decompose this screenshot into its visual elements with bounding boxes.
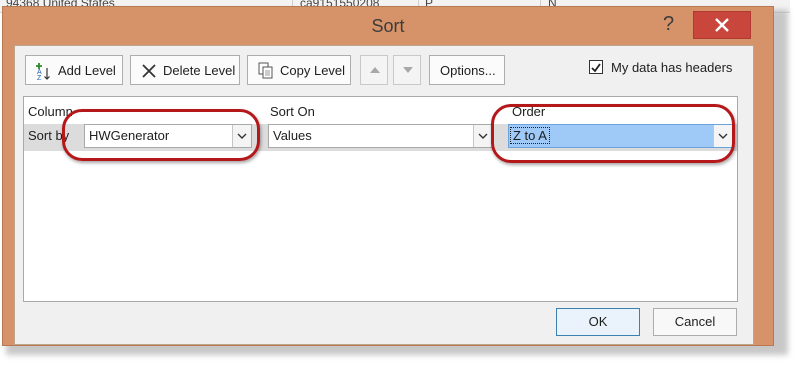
delete-level-icon	[142, 64, 156, 78]
headers-checkbox-label: My data has headers	[611, 60, 733, 75]
add-level-label: Add Level	[58, 63, 116, 78]
sort-on-dropdown-button[interactable]	[473, 125, 492, 147]
move-down-button[interactable]	[393, 55, 421, 85]
copy-level-icon	[258, 62, 273, 79]
close-button[interactable]	[693, 11, 751, 39]
headers-checkbox[interactable]	[589, 60, 603, 74]
sort-on-select[interactable]: Values	[268, 124, 493, 148]
title-bar[interactable]: Sort ?	[3, 7, 773, 45]
annotation-callout	[62, 109, 260, 161]
cancel-button[interactable]: Cancel	[653, 308, 737, 336]
arrow-up-icon	[370, 67, 380, 73]
copy-level-button[interactable]: Copy Level	[247, 55, 351, 85]
annotation-callout	[491, 104, 735, 163]
chevron-down-icon	[478, 133, 488, 139]
arrow-down-icon	[403, 67, 413, 73]
ok-button[interactable]: OK	[556, 308, 640, 336]
dialog-title: Sort	[371, 16, 405, 36]
svg-text:Z: Z	[37, 75, 42, 81]
move-up-button[interactable]	[360, 55, 388, 85]
sort-on-select-value: Values	[273, 128, 312, 143]
copy-level-label: Copy Level	[280, 63, 346, 78]
delete-level-label: Delete Level	[163, 63, 236, 78]
sort-levels-grid: Column Sort On Order Sort by HWGenerator…	[23, 96, 738, 302]
add-level-button[interactable]: A Z Add Level	[25, 55, 123, 85]
options-label: Options...	[440, 63, 496, 78]
sort-dialog: Sort ? A Z Add Level Delete Level Copy L…	[2, 6, 774, 346]
delete-level-button[interactable]: Delete Level	[130, 55, 240, 85]
help-icon[interactable]: ?	[663, 13, 674, 36]
options-button[interactable]: Options...	[429, 55, 505, 85]
dialog-client-area: A Z Add Level Delete Level Copy Level Op…	[14, 45, 754, 345]
checkmark-icon	[591, 63, 601, 73]
close-icon	[715, 18, 729, 32]
sort-on-header: Sort On	[270, 104, 315, 119]
add-level-icon: A Z	[36, 63, 50, 81]
